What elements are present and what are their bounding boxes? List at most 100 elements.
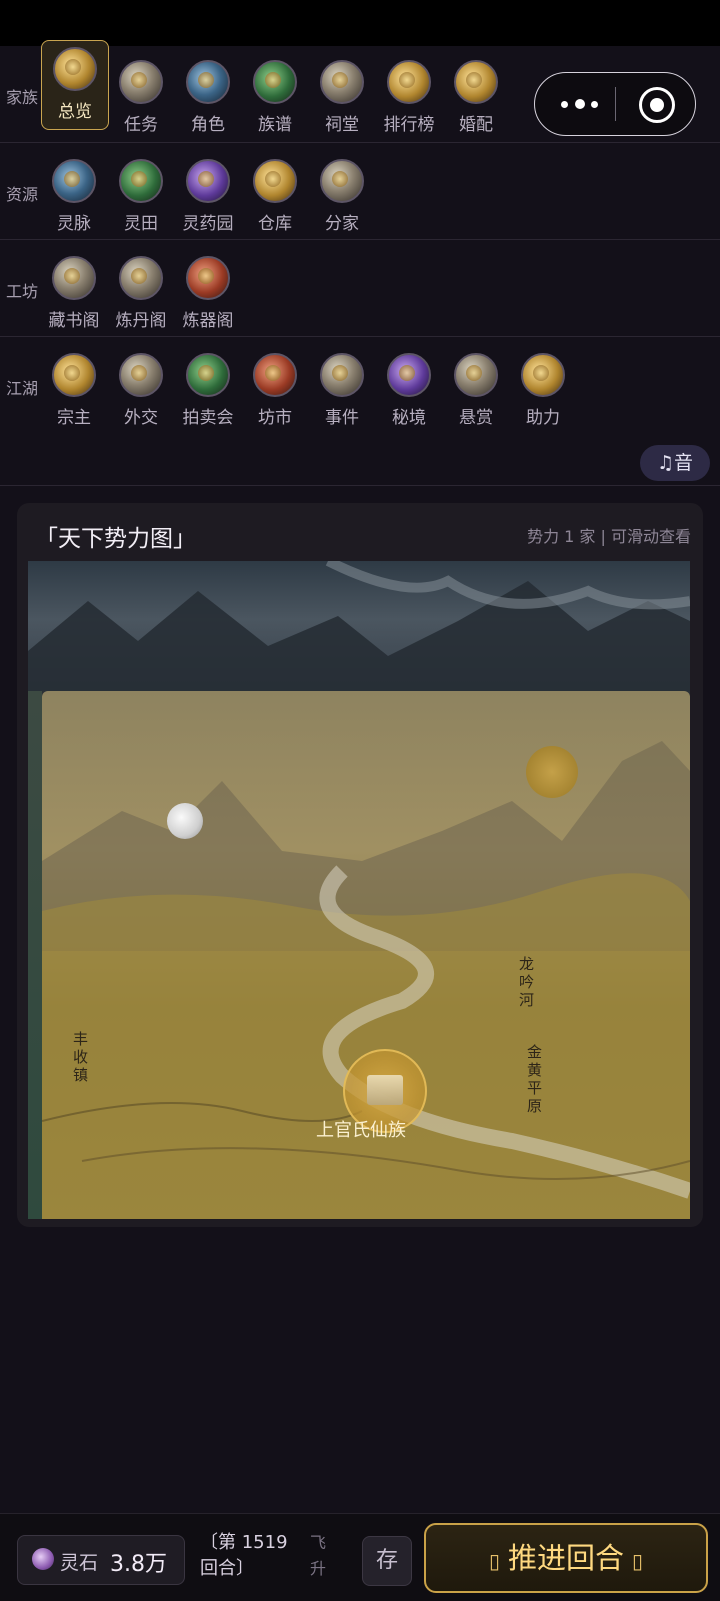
clan-label: 上官氏仙族	[316, 1120, 406, 1141]
section-label: 资源	[6, 185, 39, 204]
pagoda-icon	[454, 60, 498, 104]
nav-item-label: 灵药园	[182, 214, 234, 234]
nav-item-events[interactable]: 事件	[309, 353, 375, 428]
vortex-icon	[387, 353, 431, 397]
shrine-icon	[320, 60, 364, 104]
assist-icon	[521, 353, 565, 397]
nav-item-warehouse[interactable]: 仓库	[242, 159, 308, 234]
mountains-illustration	[28, 561, 690, 691]
section-label: 工坊	[6, 282, 39, 301]
nav-item-auction[interactable]: 拍卖会	[175, 353, 241, 428]
ascend-button[interactable]: 飞升	[310, 1530, 330, 1582]
spirit-stone-icon	[32, 1548, 54, 1570]
advance-turn-button[interactable]: ▯ 推进回合 ▯	[424, 1523, 708, 1593]
nav-item-label: 排行榜	[383, 115, 435, 135]
herb-icon	[186, 159, 230, 203]
capsule-divider	[615, 87, 616, 121]
turn-counter: 〔第 1519 回合〕	[200, 1532, 288, 1579]
nav-item-bounty[interactable]: 悬赏	[443, 353, 509, 428]
nav-item-label: 灵田	[124, 214, 158, 234]
section-label: 家族	[6, 88, 39, 107]
scroll-icon	[320, 353, 364, 397]
nav-item-label: 族谱	[258, 115, 292, 135]
nav-item-label: 炼丹阁	[115, 311, 167, 331]
nav-item-label: 拍卖会	[182, 408, 234, 428]
forge-icon	[186, 256, 230, 300]
advance-turn-label: 推进回合	[507, 1541, 624, 1575]
place-label-town: 丰收镇	[71, 1031, 89, 1085]
overview-icon	[53, 47, 97, 91]
nav-item-forge[interactable]: 炼器阁	[175, 256, 241, 331]
nav-item-genealogy[interactable]: 族谱	[242, 60, 308, 135]
nav-item-tasks[interactable]: 任务	[108, 60, 174, 135]
nav-item-roles[interactable]: 角色	[175, 60, 241, 135]
nav-item-label: 事件	[325, 408, 359, 428]
treasure-chest-icon	[253, 159, 297, 203]
miniprogram-capsule	[534, 72, 696, 136]
nav-item-ranking[interactable]: 排行榜	[376, 60, 442, 135]
section-label: 江湖	[6, 379, 39, 398]
nav-item-label: 悬赏	[459, 408, 493, 428]
nav-item-label: 外交	[124, 408, 158, 428]
place-label-river: 龙吟河	[517, 956, 535, 1010]
character-icon	[186, 60, 230, 104]
music-toggle-button[interactable]: ♫音	[640, 445, 710, 481]
nav-item-assist[interactable]: 助力	[510, 353, 576, 428]
diplomacy-icon	[119, 353, 163, 397]
place-label-plain: 金黄平原	[525, 1044, 543, 1116]
nav-item-herb-garden[interactable]: 灵药园	[175, 159, 241, 234]
tree-icon	[253, 60, 297, 104]
sun-icon	[526, 746, 578, 798]
nav-item-overview[interactable]: 总览	[41, 40, 109, 130]
nav-item-label: 角色	[191, 115, 225, 135]
ranking-icon	[387, 60, 431, 104]
nav-item-label: 任务	[124, 115, 158, 135]
nav-item-label: 仓库	[258, 214, 292, 234]
nav-item-label: 助力	[526, 408, 560, 428]
map-viewport[interactable]: 丰收镇 龙吟河 金黄平原 上官氏仙族	[28, 561, 690, 1219]
spirit-stone-label: 灵石	[60, 1552, 99, 1574]
region-node-marker[interactable]	[167, 803, 203, 839]
book-icon	[52, 256, 96, 300]
nav-item-label: 灵脉	[57, 214, 91, 234]
world-map-card: 「天下势力图」 势力 1 家 | 可滑动查看 丰收镇 龙吟河 金黄平原 上官氏仙…	[17, 503, 703, 1227]
map-meta: 势力 1 家 | 可滑动查看	[527, 527, 691, 546]
bounty-scroll-icon	[454, 353, 498, 397]
nav-item-label: 炼器阁	[182, 311, 234, 331]
lightning-icon	[52, 159, 96, 203]
spirit-stone-value: 3.8万	[110, 1552, 167, 1577]
nav-item-sect-master[interactable]: 宗主	[41, 353, 107, 428]
nav-item-label: 宗主	[57, 408, 91, 428]
nav-item-library[interactable]: 藏书阁	[41, 256, 107, 331]
save-button[interactable]: 存	[362, 1536, 412, 1586]
field-icon	[119, 159, 163, 203]
nav-item-spirit-field[interactable]: 灵田	[108, 159, 174, 234]
nav-item-shrine[interactable]: 祠堂	[309, 60, 375, 135]
nav-item-marriage[interactable]: 婚配	[443, 60, 509, 135]
nav-item-alchemy[interactable]: 炼丹阁	[108, 256, 174, 331]
more-icon[interactable]	[557, 89, 607, 119]
nav-item-label: 坊市	[258, 408, 292, 428]
nav-section-workshop: 工坊 藏书阁 炼丹阁 炼器阁	[0, 240, 720, 337]
right-bracket-icon: ▯	[632, 1549, 644, 1573]
nav-item-label: 分家	[325, 214, 359, 234]
nav-item-spirit-vein[interactable]: 灵脉	[41, 159, 107, 234]
scales-icon	[253, 353, 297, 397]
nav-section-jianghu: 江湖 宗主 外交 拍卖会 坊市 事件 秘境 悬赏 助力	[0, 337, 720, 486]
nav-item-label: 祠堂	[325, 115, 359, 135]
nav-section-resources: 资源 灵脉 灵田 灵药园 仓库 分家	[0, 143, 720, 240]
dragon-icon	[186, 353, 230, 397]
map-left-edge	[28, 691, 42, 1219]
nav-item-label: 总览	[58, 102, 92, 122]
nav-item-branch-family[interactable]: 分家	[309, 159, 375, 234]
nav-item-label: 秘境	[392, 408, 426, 428]
nav-item-market[interactable]: 坊市	[242, 353, 308, 428]
nav-item-diplomacy[interactable]: 外交	[108, 353, 174, 428]
cauldron-icon	[119, 256, 163, 300]
close-target-icon[interactable]	[639, 87, 675, 123]
spirit-stone-counter: 灵石 3.8万	[17, 1535, 185, 1585]
scroll-icon	[119, 60, 163, 104]
map-title: 「天下势力图」	[35, 526, 196, 552]
nav-item-label: 婚配	[459, 115, 493, 135]
nav-item-secret-realm[interactable]: 秘境	[376, 353, 442, 428]
